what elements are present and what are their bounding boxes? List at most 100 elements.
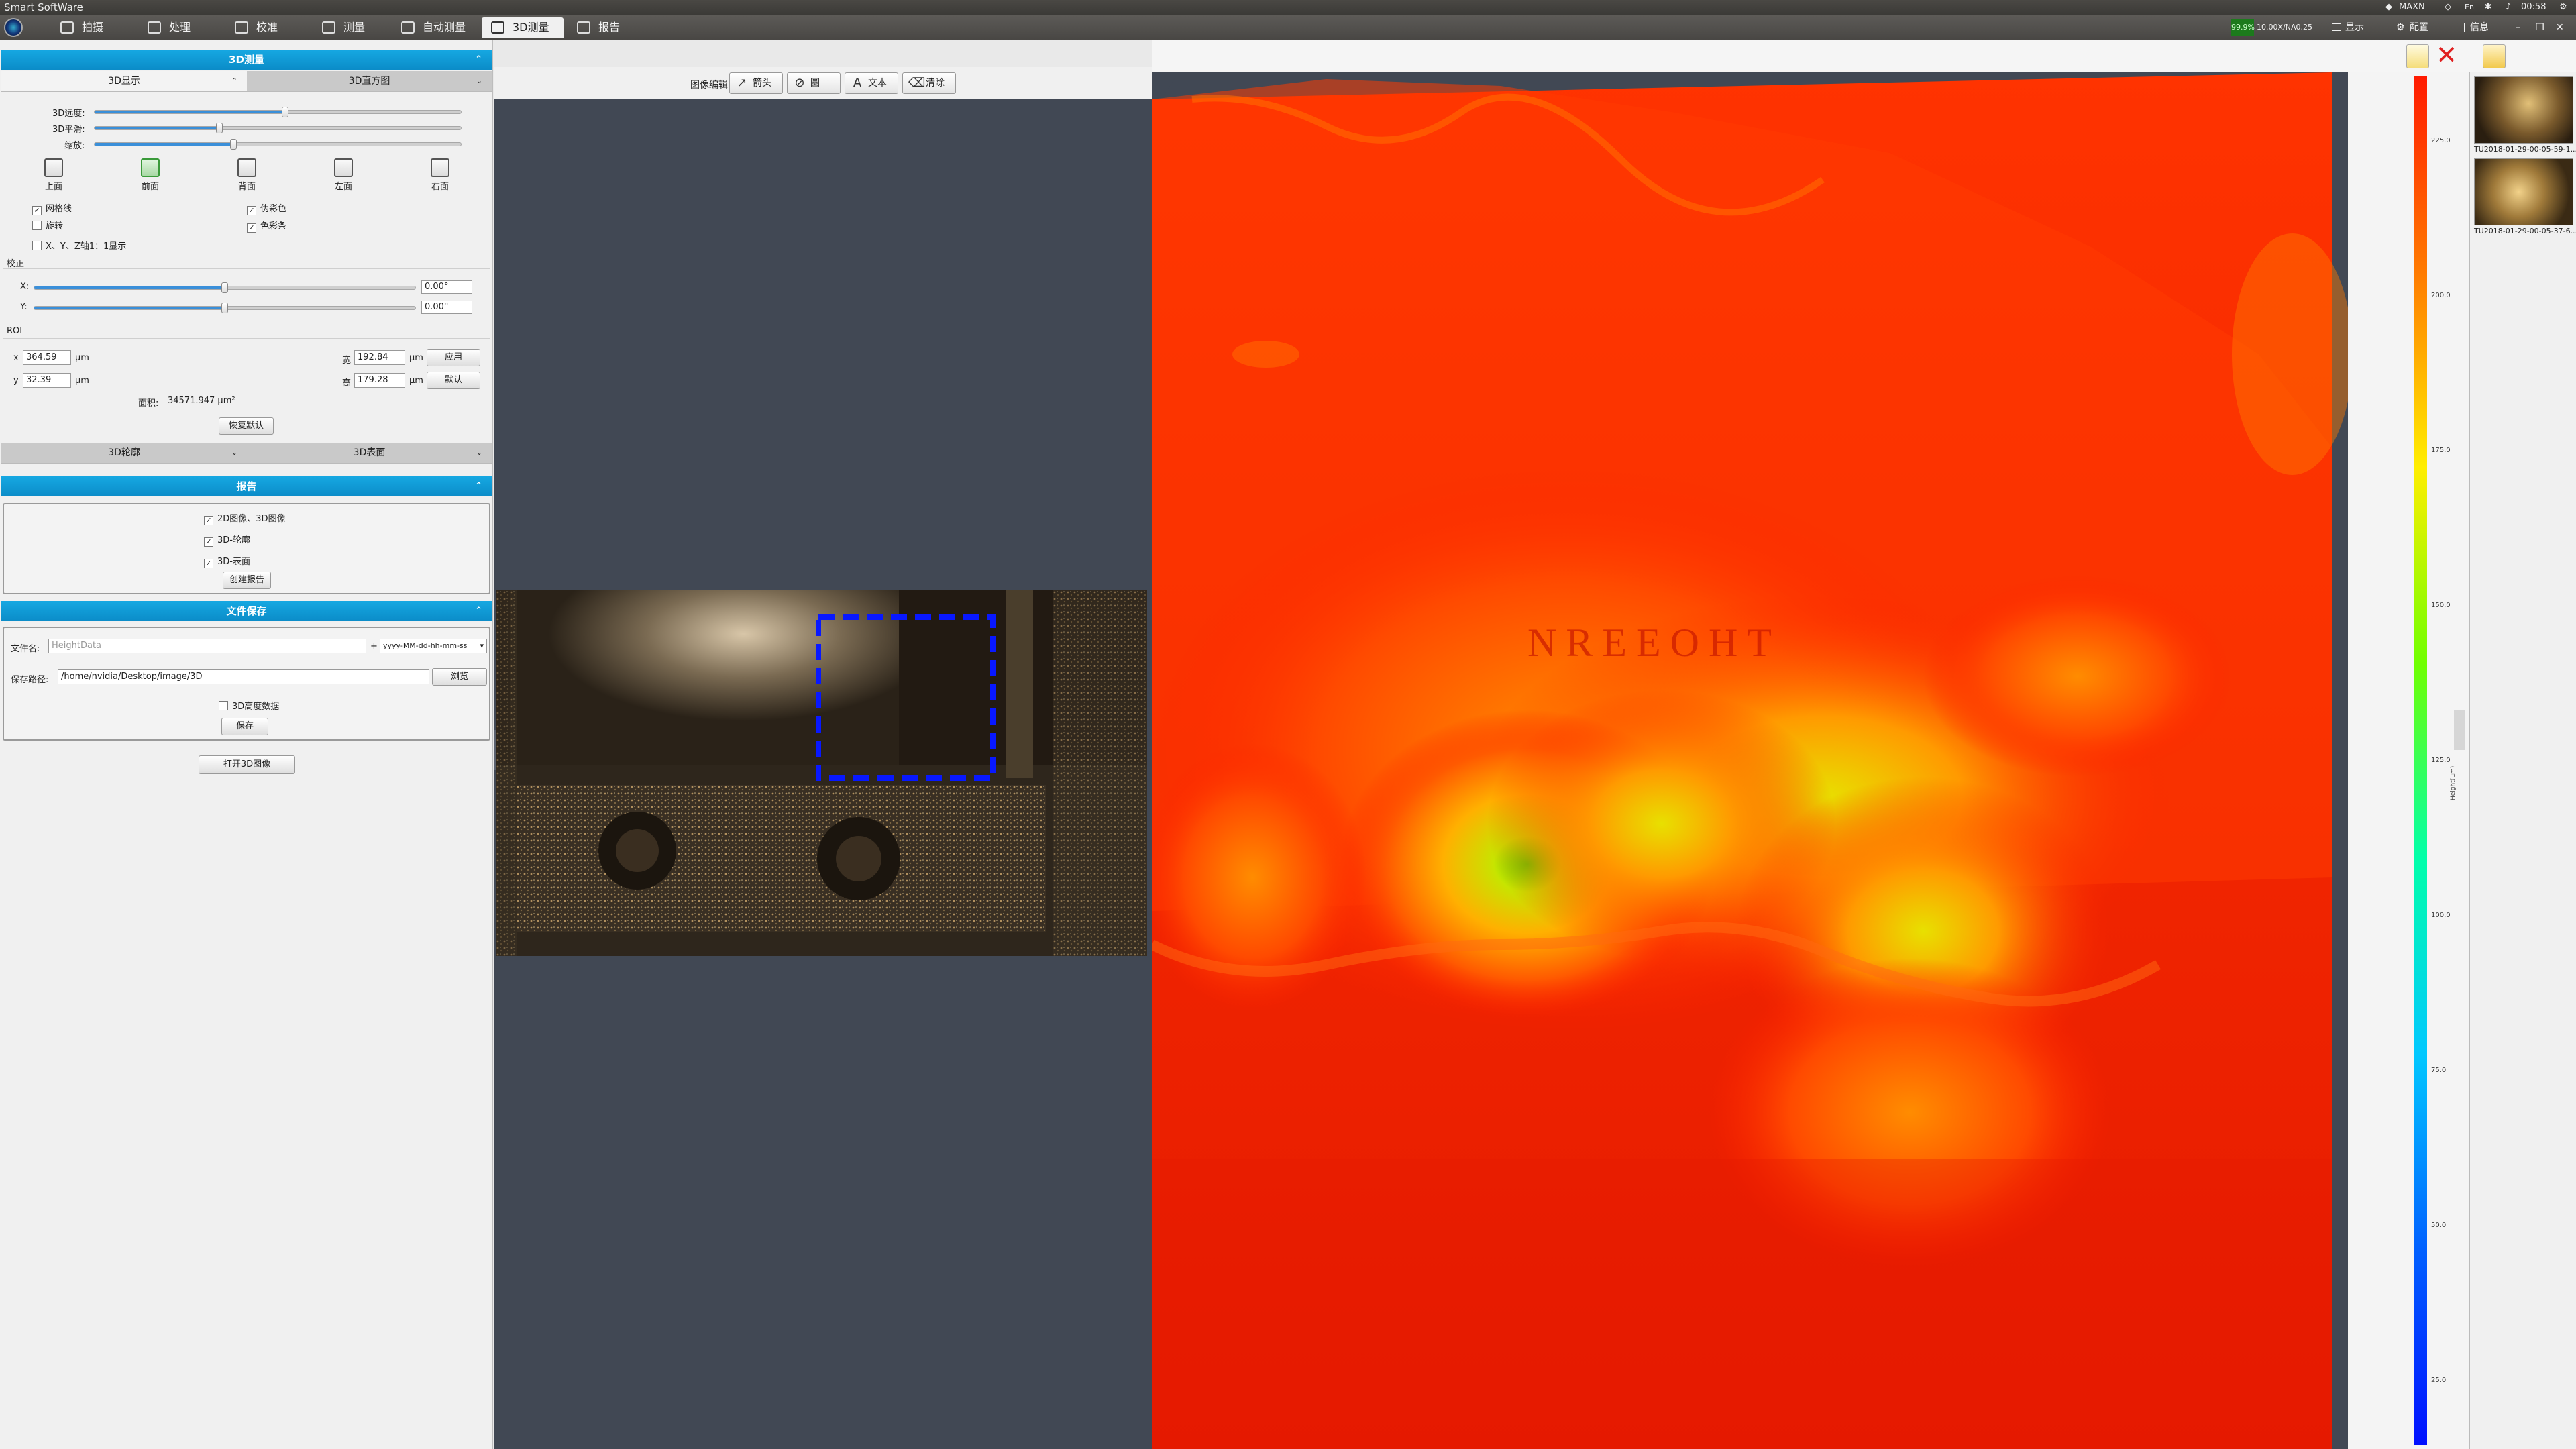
browse-button[interactable]: 浏览 [432,668,487,686]
tab-3d-measure[interactable]: 3D测量 [482,17,564,38]
tab-label: 报告 [598,21,621,34]
circle-tool-button[interactable]: ⊘ 圆 [787,72,841,94]
pseudo-color-checkbox[interactable]: ✓ 伪彩色 [247,201,286,215]
section-file-save[interactable]: 文件保存 ⌃ [1,601,492,621]
roi-h-unit: μm [409,376,423,386]
close-window-button[interactable]: ✕ [2556,19,2565,36]
roi-w-input[interactable]: 192.84 [354,350,405,365]
tab-capture[interactable]: 拍摄 [51,17,136,38]
tab-label: 3D显示 [108,76,140,87]
view-left-button[interactable]: 左面 [323,158,364,192]
input-method[interactable]: En [2463,1,2475,13]
arrow-tool-button[interactable]: ↗ 箭头 [729,72,783,94]
roi-x-input[interactable]: 364.59 [23,350,71,365]
report-profile-checkbox[interactable]: ✓ 3D-轮廓 [204,533,250,547]
slider-handle[interactable] [221,282,228,293]
tab-report[interactable]: 报告 [568,17,648,38]
colorbar-checkbox[interactable]: ✓ 色彩条 [247,219,286,233]
collapse-icon: ⌃ [475,481,482,491]
save-file-icon[interactable] [2406,44,2429,68]
distance-slider[interactable] [94,107,462,117]
tab-3d-surface[interactable]: 3D表面 ⌄ [247,443,492,464]
config-button[interactable]: ⚙ 配置 [2396,19,2440,36]
clear-tool-button[interactable]: ⌫ 清除 [902,72,956,94]
date-format-select[interactable]: yyyy-MM-dd-hh-mm-ss ▾ [380,639,487,653]
text-tool-button[interactable]: A 文本 [845,72,898,94]
camera-icon [60,21,74,34]
smooth-slider[interactable] [94,123,462,133]
view-back-button[interactable]: 背面 [227,158,267,192]
view-top-button[interactable]: 上面 [34,158,74,192]
settings-gear-icon[interactable]: ⚙ [2557,1,2569,13]
tab-measure[interactable]: 测量 [313,17,393,38]
section-report[interactable]: 报告 ⌃ [1,476,492,496]
close-icon[interactable]: ✕ [2433,42,2460,68]
tab-process[interactable]: 处理 [138,17,223,38]
magnification-select[interactable]: 10.00X/NA0.25 [2257,19,2321,36]
report-surface-checkbox[interactable]: ✓ 3D-表面 [204,554,250,568]
power-mode[interactable]: MAXN [2399,0,2425,15]
zoom-slider[interactable] [94,139,462,150]
roi-w-label: 宽 [342,356,352,366]
info-button[interactable]: 信息 [2457,19,2501,36]
microscope-image[interactable] [496,590,1147,956]
left-panel: 3D测量 ⌃ 3D显示 ⌃ 3D直方图 ⌄ 3D远度: 3D平滑: 缩放: 上面 前面… [0,40,493,1449]
y-correction-slider[interactable] [34,303,416,313]
section-title: 3D测量 [229,54,264,66]
slider-fill [34,307,225,309]
minimize-button[interactable]: – [2516,19,2525,36]
slider-handle[interactable] [281,107,288,117]
restore-default-button[interactable]: 恢复默认 [219,417,274,435]
bluetooth-icon[interactable]: ✱ [2482,1,2494,13]
height-data-checkbox[interactable]: 3D高度数据 [219,699,279,712]
save-path-input[interactable]: /home/nvidia/Desktop/image/3D [58,669,429,684]
wifi-icon[interactable]: ◇ [2442,1,2454,13]
y-correction-value[interactable]: 0.00° [421,301,472,314]
nvidia-icon[interactable]: ◆ [2383,1,2395,13]
divider [3,268,490,269]
roi-y-input[interactable]: 32.39 [23,373,71,388]
x-correction-slider[interactable] [34,282,416,293]
collapse-icon: ⌃ [475,54,482,64]
report-2d3d-checkbox[interactable]: ✓ 2D图像、3D图像 [204,511,286,525]
image-edit-toolbar: 图像编辑 ↗ 箭头 ⊘ 圆 A 文本 ⌫ 清除 [494,67,1152,99]
checkbox-box: ✓ [204,537,213,547]
gridline-checkbox[interactable]: ✓ 网格线 [32,201,72,215]
volume-icon[interactable]: ♪ [2502,1,2514,13]
slider-handle[interactable] [221,303,228,313]
rotate-checkbox[interactable]: 旋转 [32,219,63,231]
colorbar-panel: 225.0 200.0 175.0 150.0 125.0 100.0 75.0 50.0 25… [2348,72,2469,1449]
view-front-button[interactable]: 前面 [130,158,170,192]
tab-auto-measure[interactable]: 自动测量 [392,17,479,38]
roi-default-button[interactable]: 默认 [427,372,480,389]
thumbnail-1[interactable] [2474,76,2573,144]
tab-3d-display[interactable]: 3D显示 ⌃ [1,71,247,92]
maximize-button[interactable]: ❐ [2536,19,2545,36]
3d-surface-view[interactable]: NREEOHT [1152,72,2348,1449]
slider-handle[interactable] [215,123,223,133]
axis-ratio-checkbox[interactable]: X、Y、Z轴1：1显示 [32,239,126,252]
roi-h-input[interactable]: 179.28 [354,373,405,388]
slider-handle[interactable] [230,139,237,150]
roi-w-unit: μm [409,353,423,363]
tab-calibrate[interactable]: 校准 [225,17,310,38]
save-button[interactable]: 保存 [221,718,268,735]
view-right-button[interactable]: 右面 [420,158,460,192]
filename-input[interactable]: HeightData [48,639,366,653]
tab-3d-histogram[interactable]: 3D直方图 ⌄ [247,71,492,92]
thumbnail-2[interactable] [2474,158,2573,225]
roi-apply-button[interactable]: 应用 [427,349,480,366]
collapse-icon: ⌃ [475,606,482,616]
create-report-button[interactable]: 创建报告 [223,572,271,589]
checkbox-box [32,221,42,230]
tab-label: 测量 [343,21,366,34]
clock: 00:58 [2521,2,2546,12]
tab-3d-profile[interactable]: 3D轮廓 ⌄ [1,443,247,464]
folder-icon[interactable] [2483,44,2506,68]
open-3d-image-button[interactable]: 打开3D图像 [199,755,295,774]
display-button[interactable]: 显示 [2332,19,2377,36]
section-3d-measure[interactable]: 3D测量 ⌃ [1,50,492,70]
button-label: 箭头 [753,78,771,89]
x-correction-value[interactable]: 0.00° [421,280,472,294]
right-collapse-handle[interactable] [2454,710,2465,750]
